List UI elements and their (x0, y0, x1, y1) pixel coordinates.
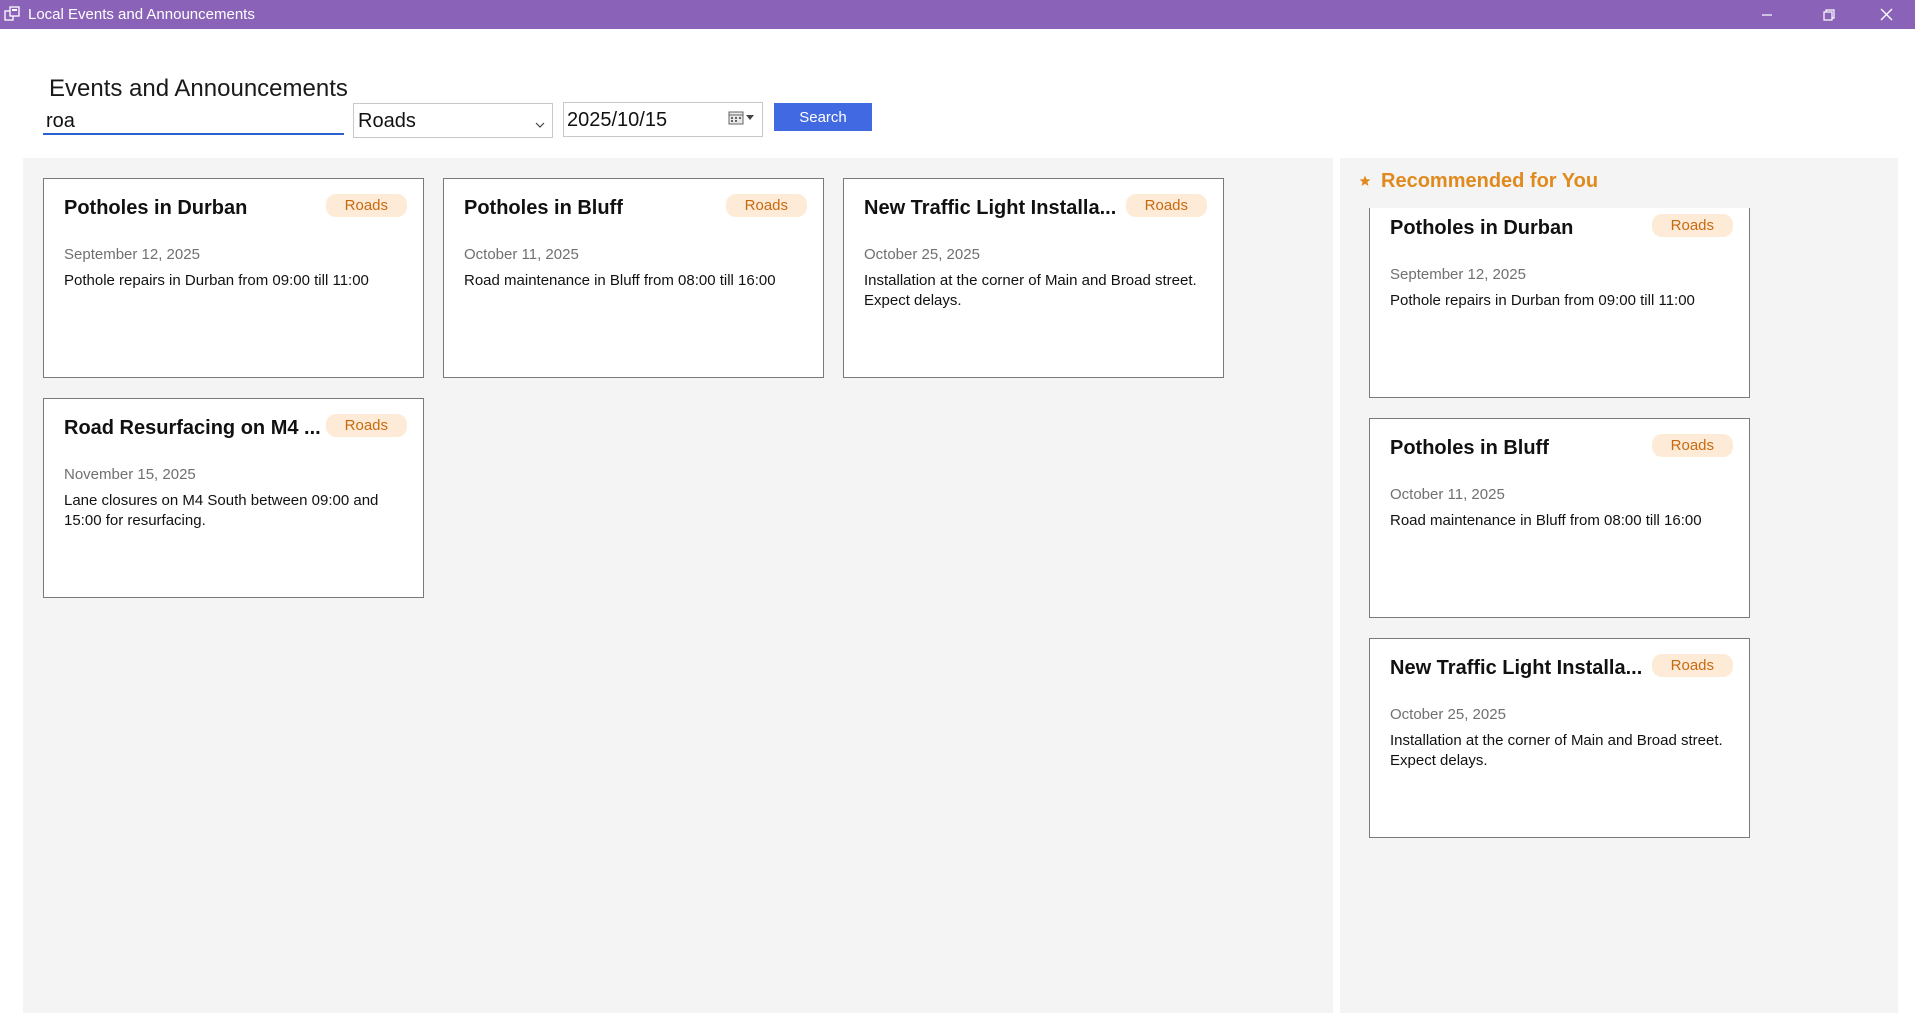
category-badge: Roads (1125, 194, 1207, 217)
title-bar: Local Events and Announcements (0, 0, 1915, 29)
event-card[interactable]: New Traffic Light Installa... Roads Octo… (843, 178, 1224, 378)
event-description: Pothole repairs in Durban from 09:00 til… (1390, 292, 1695, 309)
event-card[interactable]: Potholes in Bluff Roads October 11, 2025… (443, 178, 824, 378)
restore-button[interactable] (1800, 0, 1858, 29)
recommended-header: Recommended for You (1359, 170, 1598, 193)
date-picker[interactable]: 2025/10/15 (563, 102, 763, 137)
window-title: Local Events and Announcements (28, 6, 255, 23)
close-button[interactable] (1857, 0, 1915, 29)
search-input[interactable] (43, 105, 344, 135)
event-date: October 25, 2025 (864, 246, 980, 263)
event-description: Lane closures on M4 South between 09:00 … (64, 492, 379, 529)
event-title: Potholes in Durban (64, 197, 248, 219)
event-description: Road maintenance in Bluff from 08:00 til… (1390, 512, 1702, 529)
recommended-card[interactable]: New Traffic Light Installa... Roads Octo… (1369, 638, 1750, 838)
recommended-title: Recommended for You (1381, 170, 1599, 192)
category-badge: Roads (325, 414, 407, 437)
chevron-down-icon (534, 114, 546, 137)
star-icon (1359, 170, 1371, 193)
event-date: September 12, 2025 (64, 246, 200, 263)
category-badge: Roads (725, 194, 807, 217)
category-badge: Roads (1651, 434, 1733, 457)
close-icon (1880, 8, 1892, 21)
event-description: Road maintenance in Bluff from 08:00 til… (464, 272, 776, 289)
app-icon (4, 6, 20, 22)
event-title: Potholes in Bluff (1390, 437, 1549, 459)
event-title: Potholes in Bluff (464, 197, 623, 219)
event-date: November 15, 2025 (64, 466, 196, 483)
recommended-card[interactable]: Potholes in Bluff Roads October 11, 2025… (1369, 418, 1750, 618)
category-badge: Roads (1651, 654, 1733, 677)
event-date: September 12, 2025 (1390, 266, 1526, 283)
page-title: Events and Announcements (49, 75, 348, 102)
restore-icon (1823, 8, 1835, 21)
recommended-panel: Recommended for You Potholes in Durban R… (1340, 158, 1898, 1013)
search-button[interactable]: Search (774, 103, 872, 131)
events-panel: Potholes in Durban Roads September 12, 2… (23, 158, 1333, 1013)
event-title: Road Resurfacing on M4 ... (64, 417, 321, 439)
category-badge: Roads (325, 194, 407, 217)
event-description: Installation at the corner of Main and B… (864, 272, 1197, 309)
event-title: Potholes in Durban (1390, 217, 1574, 239)
event-description: Installation at the corner of Main and B… (1390, 732, 1723, 769)
category-dropdown[interactable]: Roads (353, 103, 553, 138)
category-badge: Roads (1651, 214, 1733, 237)
event-date: October 11, 2025 (1390, 486, 1505, 503)
recommended-card[interactable]: Potholes in Durban Roads September 12, 2… (1369, 208, 1750, 398)
category-selected-value: Roads (358, 110, 416, 132)
event-title: New Traffic Light Installa... (864, 197, 1117, 219)
event-date: October 11, 2025 (464, 246, 579, 263)
event-card[interactable]: Road Resurfacing on M4 ... Roads Novembe… (43, 398, 424, 598)
event-date: October 25, 2025 (1390, 706, 1506, 723)
recommended-list[interactable]: Potholes in Durban Roads September 12, 2… (1369, 208, 1769, 1008)
event-description: Pothole repairs in Durban from 09:00 til… (64, 272, 369, 289)
minimize-button[interactable] (1738, 0, 1796, 29)
date-value: 2025/10/15 (567, 109, 668, 131)
event-card[interactable]: Potholes in Durban Roads September 12, 2… (43, 178, 424, 378)
event-title: New Traffic Light Installa... (1390, 657, 1643, 679)
calendar-icon[interactable] (728, 111, 754, 125)
minimize-icon (1762, 13, 1772, 16)
